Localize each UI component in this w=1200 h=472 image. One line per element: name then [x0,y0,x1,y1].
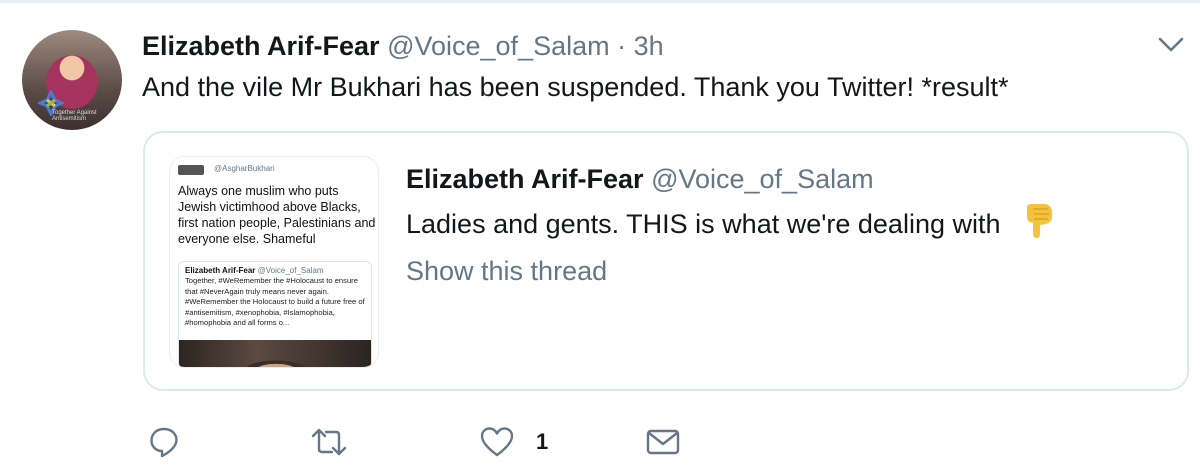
reply-icon [150,427,178,458]
heart-icon [480,427,514,457]
pointing-down-hand-icon [1027,204,1053,238]
envelope-icon [646,429,680,455]
quoted-author-handle[interactable]: @Voice_of_Salam [651,164,874,194]
avatar-caption: Together Against Antisemitism [52,110,97,122]
author-handle[interactable]: @Voice_of_Salam [387,31,610,61]
image-body-text: Always one muslim who puts Jewish victim… [178,184,376,246]
author-name[interactable]: Elizabeth Arif-Fear [142,31,380,61]
separator-dot: · [617,31,627,61]
quoted-tweet-text-row: Ladies and gents. THIS is what we're dea… [406,203,1054,242]
image-embedded-handle: @Voice_of_Salam [257,266,324,275]
top-divider [0,0,1200,3]
author-avatar[interactable]: Together Against Antisemitism [22,30,122,130]
retweet-button[interactable] [311,422,347,462]
image-avatar [178,165,204,175]
like-count: 1 [536,429,549,454]
tweet-text: And the vile Mr Bukhari has been suspend… [142,72,1009,102]
like-button[interactable]: 1 [480,422,548,462]
image-embedded-photo [179,340,371,367]
chevron-down-icon[interactable] [1158,36,1184,54]
retweet-icon [311,428,347,456]
tweet-header: Elizabeth Arif-Fear @Voice_of_Salam · 3h [142,30,664,62]
image-embedded-text: Together, #WeRemember the #Holocaust to … [185,276,365,327]
image-handle: @AsgharBukhari [214,164,275,173]
image-embedded-tweet: Elizabeth Arif-Fear @Voice_of_Salam Toge… [178,261,372,367]
reply-button[interactable] [148,422,180,462]
direct-message-button[interactable] [646,422,680,462]
show-thread-link[interactable]: Show this thread [406,254,607,288]
tweet-timestamp[interactable]: 3h [634,31,664,61]
quoted-tweet-text: Ladies and gents. THIS is what we're dea… [406,209,1001,239]
quoted-tweet-header: Elizabeth Arif-Fear @Voice_of_Salam [406,162,874,196]
image-embedded-header: Elizabeth Arif-Fear @Voice_of_Salam [185,266,324,275]
quoted-tweet-card[interactable]: @AsgharBukhari Always one muslim who put… [143,131,1189,391]
quoted-author-name[interactable]: Elizabeth Arif-Fear [406,164,644,194]
image-embedded-name: Elizabeth Arif-Fear [185,266,256,275]
quoted-tweet-image[interactable]: @AsgharBukhari Always one muslim who put… [169,156,379,368]
